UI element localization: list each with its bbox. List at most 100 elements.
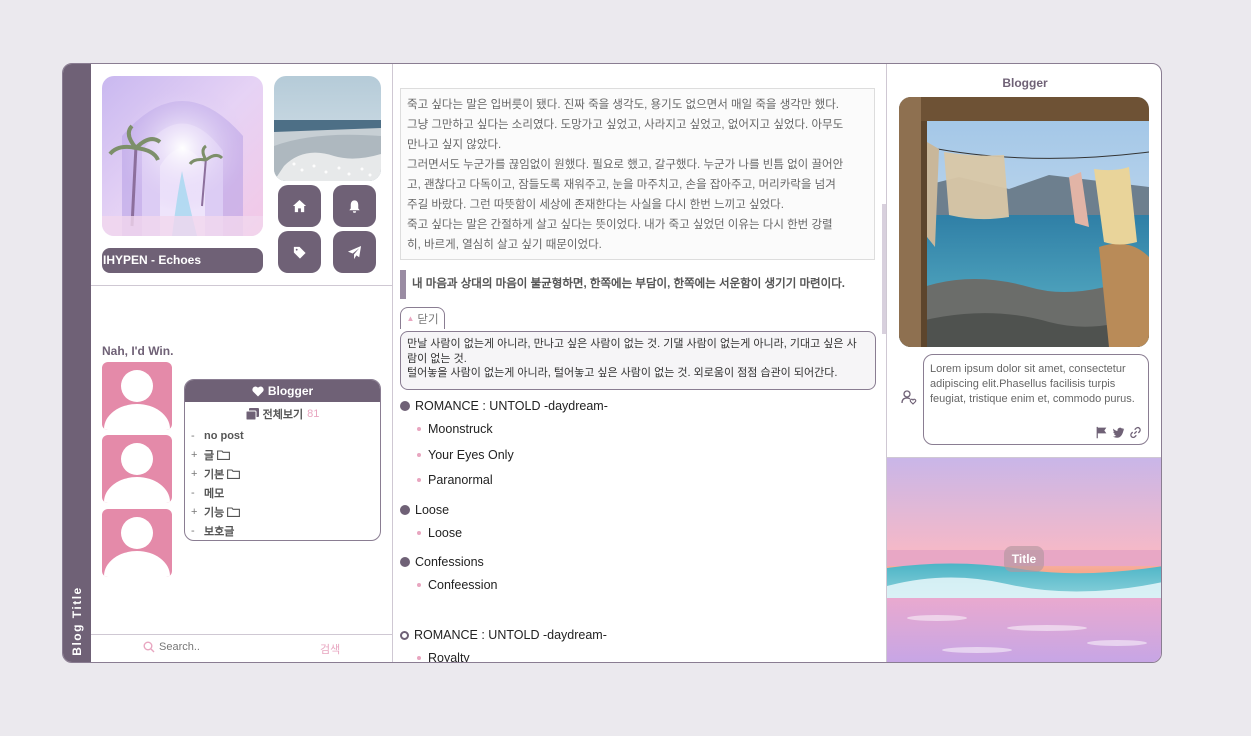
category-item[interactable]: - no post	[185, 426, 380, 445]
triangle-up-icon: ▲	[406, 314, 415, 323]
quote-line: 고, 괜찮다고 다독이고, 잠들도록 재워주고, 눈을 마주치고, 손을 잡아주…	[407, 179, 836, 191]
quote-box: 죽고 싶다는 말은 입버릇이 됐다. 진짜 죽을 생각도, 용기도 없으면서 매…	[400, 88, 875, 260]
series-item[interactable]: Loose	[417, 526, 462, 540]
series-item-label: Confeession	[428, 578, 498, 592]
bio-box: Lorem ipsum dolor sit amet, consectetur …	[923, 354, 1149, 445]
bullet-icon	[400, 505, 410, 515]
tag-button[interactable]	[278, 231, 321, 273]
category-item[interactable]: + 글	[185, 445, 380, 464]
user-heart-icon	[901, 390, 917, 405]
series-item[interactable]: Your Eyes Only	[417, 448, 514, 462]
category-item-label: no post	[204, 429, 244, 442]
right-column: Blogger Lorem ipsum dolor sit amet, cons…	[887, 64, 1161, 662]
series-item-label: Loose	[428, 526, 463, 540]
bullet-icon	[417, 452, 421, 457]
series-item-label: Moonstruck	[428, 422, 493, 436]
bullet-icon	[417, 656, 421, 660]
bullet-icon	[400, 630, 409, 640]
series-item-label: Paranormal	[428, 473, 493, 487]
side-title-bar: Blog Title	[63, 64, 91, 662]
notification-button[interactable]	[333, 185, 376, 227]
quote-line: 그냥 그만하고 싶다는 소리였다. 도망가고 싶었고, 사라지고 싶었고, 없어…	[407, 119, 844, 131]
send-button[interactable]	[333, 231, 376, 273]
profile-nickname: Nah, I'd Win.	[102, 344, 174, 358]
bio-text: Lorem ipsum dolor sit amet, consectetur …	[930, 363, 1135, 405]
category-item[interactable]: - 보호글	[185, 521, 380, 540]
folded-content: 만날 사람이 없는게 아니라, 만나고 싶은 사람이 없는 것. 기댈 사람이 …	[400, 331, 876, 390]
series-item[interactable]: Paranormal	[417, 473, 493, 487]
link-icon[interactable]	[1129, 426, 1142, 439]
seaside-laundry-image	[899, 97, 1149, 347]
avatar[interactable]	[102, 435, 172, 503]
dash-icon: -	[191, 486, 195, 499]
heart-icon	[252, 386, 264, 396]
blog-frame: Blog Title IHYPEN - Echoes Nah, I'd Win.…	[62, 63, 1162, 663]
left-column: IHYPEN - Echoes Nah, I'd Win. Blogger 전체…	[91, 64, 393, 662]
category-list: - no post + 글 + 기본 - 메모 + 기능 - 보호글	[185, 426, 380, 540]
close-fold-button[interactable]: ▲ 닫기	[400, 307, 445, 329]
callout-text: 내 마음과 상대의 마음이 불균형하면, 한쪽에는 부담이, 한쪽에는 서운함이…	[400, 270, 870, 299]
category-item-label: 기능	[204, 506, 225, 519]
series-title[interactable]: ROMANCE : UNTOLD -daydream-	[400, 399, 608, 413]
category-item-label: 기본	[204, 468, 225, 481]
bullet-icon	[417, 583, 421, 587]
social-links	[1095, 426, 1142, 439]
home-button[interactable]	[278, 185, 321, 227]
avatar[interactable]	[102, 509, 172, 577]
category-item[interactable]: + 기본	[185, 464, 380, 483]
search-input[interactable]: Search..	[143, 641, 200, 653]
series-title[interactable]: Loose	[400, 503, 449, 517]
bell-icon	[349, 199, 360, 213]
category-box: Blogger 전체보기 81 - no post + 글 + 기본 - 메모 + 기능 - 보호글	[184, 379, 381, 541]
search-icon	[143, 641, 155, 653]
folder-icon	[227, 468, 241, 479]
home-icon	[292, 199, 307, 212]
pastel-corridor-image	[102, 76, 263, 236]
avatar[interactable]	[102, 362, 172, 430]
folded-line: 람이 없는 것.	[407, 352, 467, 365]
series-title[interactable]: Confessions	[400, 555, 484, 569]
dash-icon: -	[191, 429, 195, 442]
folded-line: 털어놓을 사람이 없는게 아니라, 털어놓고 싶은 사람이 없는 것. 외로움이…	[407, 367, 838, 379]
category-item[interactable]: - 메모	[185, 483, 380, 502]
scrollbar[interactable]	[882, 204, 886, 334]
category-header: Blogger	[185, 380, 380, 402]
sunset-sea-banner[interactable]: Title	[887, 458, 1161, 662]
category-item-label: 글	[204, 449, 215, 462]
series-title[interactable]: ROMANCE : UNTOLD -daydream-	[400, 628, 607, 642]
series-title-label: ROMANCE : UNTOLD -daydream-	[414, 628, 607, 642]
tag-icon	[293, 246, 306, 259]
bullet-icon	[417, 427, 421, 431]
bullet-icon	[417, 478, 421, 482]
series-item[interactable]: Royalty	[417, 651, 470, 662]
series-title-label: Confessions	[415, 555, 484, 569]
twitter-icon[interactable]	[1112, 426, 1125, 439]
category-item-label: 메모	[204, 487, 225, 500]
series-title-label: Loose	[415, 503, 450, 517]
section-divider	[91, 285, 392, 286]
dash-icon: -	[191, 524, 195, 537]
copy-icon	[245, 408, 259, 420]
category-item[interactable]: + 기능	[185, 502, 380, 521]
quote-line: 죽고 싶다는 말은 입버릇이 됐다. 진짜 죽을 생각도, 용기도 없으면서 매…	[407, 99, 839, 111]
search-bar: Search.. 검색	[91, 634, 392, 662]
now-playing-bar[interactable]: IHYPEN - Echoes	[102, 248, 263, 273]
expand-icon: +	[191, 467, 198, 480]
banner-title: Title	[1004, 546, 1044, 572]
flag-icon[interactable]	[1095, 426, 1108, 439]
expand-icon: +	[191, 448, 198, 461]
folder-icon	[227, 506, 241, 517]
expand-icon: +	[191, 505, 198, 518]
series-title-label: ROMANCE : UNTOLD -daydream-	[415, 399, 608, 413]
quote-line: 그러면서도 누군가를 끊임없이 원했다. 필요로 했고, 갈구했다. 누군가 나…	[407, 159, 844, 171]
category-all[interactable]: 전체보기 81	[185, 406, 380, 422]
search-button[interactable]: 검색	[320, 641, 340, 657]
series-item[interactable]: Moonstruck	[417, 422, 493, 436]
series-item[interactable]: Confeession	[417, 578, 498, 592]
send-icon	[347, 245, 362, 259]
quote-line: 죽고 싶다는 말은 간절하게 살고 싶다는 뜻이었다. 내가 죽고 싶었던 이유…	[407, 219, 833, 231]
blogger-label: Blogger	[1002, 76, 1048, 90]
bullet-icon	[400, 401, 410, 411]
bullet-icon	[400, 557, 410, 567]
folded-line: 만날 사람이 없는게 아니라, 만나고 싶은 사람이 없는 것. 기댈 사람이 …	[407, 338, 857, 350]
